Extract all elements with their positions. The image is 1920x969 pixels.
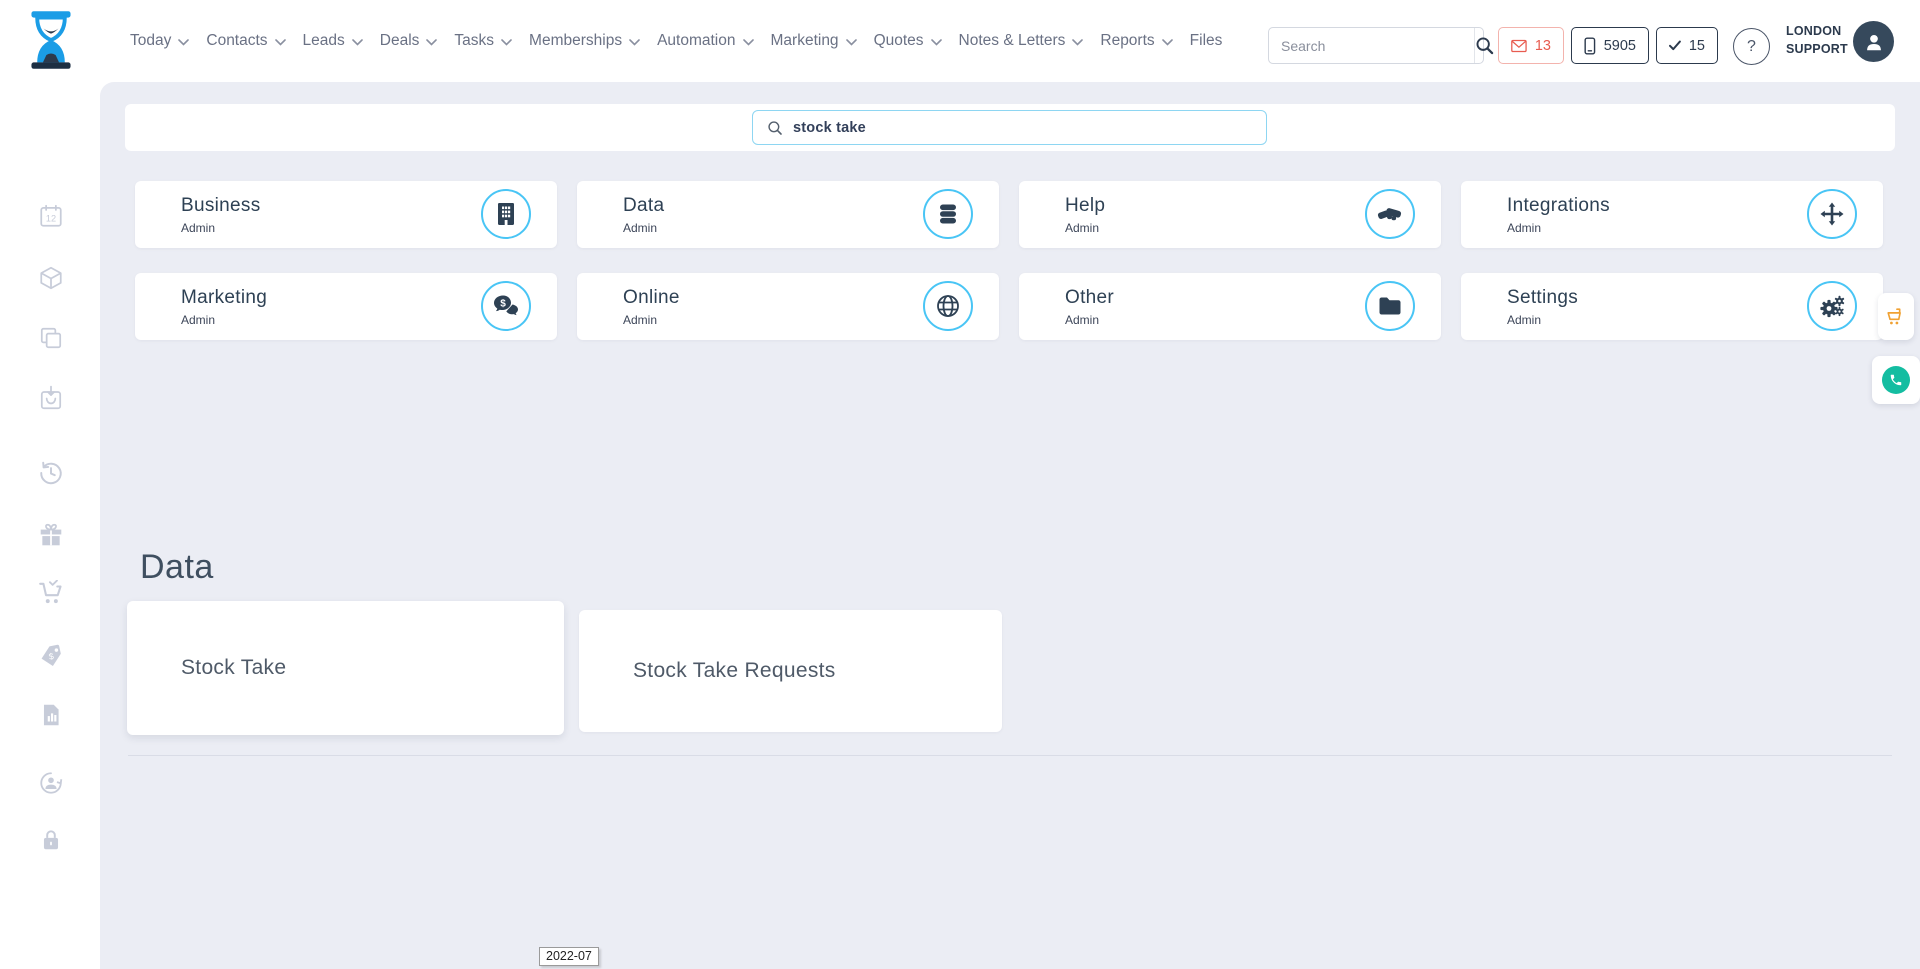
building-icon <box>481 189 531 239</box>
price-tag-icon[interactable]: $ <box>38 642 64 668</box>
svg-text:12: 12 <box>46 213 56 223</box>
search-icon <box>767 120 783 136</box>
gears-icon <box>1807 281 1857 331</box>
nav-item-deals[interactable]: Deals <box>380 32 438 50</box>
nav-item-automation[interactable]: Automation <box>657 32 753 50</box>
cart-icon[interactable] <box>38 580 64 606</box>
mail-badge[interactable]: 13 <box>1498 27 1564 64</box>
nav-item-reports[interactable]: Reports <box>1100 32 1172 50</box>
chevron-down-icon <box>931 39 942 46</box>
nav-item-notes-letters[interactable]: Notes & Letters <box>959 32 1084 50</box>
chevron-down-icon <box>846 39 857 46</box>
database-icon <box>923 189 973 239</box>
person-icon <box>1863 31 1885 53</box>
chevron-down-icon <box>1072 39 1083 46</box>
svg-text:$: $ <box>500 298 506 309</box>
move-arrows-icon <box>1807 189 1857 239</box>
nav-item-memberships[interactable]: Memberships <box>529 32 640 50</box>
envelope-icon <box>1511 38 1527 54</box>
help-icon[interactable]: ? <box>1733 28 1770 65</box>
nav-item-leads[interactable]: Leads <box>303 32 363 50</box>
nav-item-today[interactable]: Today <box>130 32 189 50</box>
admin-card-data[interactable]: DataAdmin <box>577 181 999 248</box>
folder-icon <box>1365 281 1415 331</box>
report-icon[interactable] <box>38 702 64 728</box>
cart-icon <box>1885 306 1907 328</box>
phone-badge[interactable]: 5905 <box>1571 27 1649 64</box>
phone-flyout-button[interactable] <box>1872 356 1920 404</box>
section-divider <box>128 755 1892 756</box>
top-bar: Today Contacts Leads Deals Tasks Members… <box>0 0 1920 82</box>
phone-icon <box>1882 366 1910 394</box>
phone-count: 5905 <box>1604 38 1636 54</box>
nav-item-contacts[interactable]: Contacts <box>206 32 285 50</box>
chevron-down-icon <box>501 39 512 46</box>
admin-card-business[interactable]: BusinessAdmin <box>135 181 557 248</box>
globe-icon <box>923 281 973 331</box>
result-card-stock-take-requests[interactable]: Stock Take Requests <box>579 610 1002 732</box>
global-search <box>1268 27 1484 64</box>
chevron-down-icon <box>275 39 286 46</box>
user-name: LONDON SUPPORT <box>1786 23 1852 58</box>
avatar[interactable] <box>1853 21 1894 62</box>
nav-item-marketing[interactable]: Marketing <box>771 32 857 50</box>
search-icon[interactable] <box>1474 28 1494 63</box>
global-search-input[interactable] <box>1269 38 1474 54</box>
comment-dollar-icon: $ <box>481 281 531 331</box>
main-nav: Today Contacts Leads Deals Tasks Members… <box>130 0 1222 82</box>
module-search-panel: stock take <box>125 104 1895 151</box>
copy-icon[interactable] <box>38 325 64 351</box>
chevron-down-icon <box>743 39 754 46</box>
gift-icon[interactable] <box>38 522 64 548</box>
cube-icon[interactable] <box>38 265 64 291</box>
lock-icon[interactable] <box>38 827 64 853</box>
admin-card-other[interactable]: OtherAdmin <box>1019 273 1441 340</box>
admin-card-settings[interactable]: SettingsAdmin <box>1461 273 1883 340</box>
chevron-down-icon <box>352 39 363 46</box>
admin-card-marketing[interactable]: MarketingAdmin $ <box>135 273 557 340</box>
user-circle-icon[interactable] <box>38 770 64 796</box>
nav-item-tasks[interactable]: Tasks <box>454 32 512 50</box>
history-icon[interactable] <box>38 460 64 486</box>
main-content: stock take BusinessAdmin DataAdmin HelpA… <box>100 82 1920 969</box>
cart-flyout-button[interactable] <box>1878 293 1914 340</box>
icon-sidebar: 12 $ <box>0 82 100 969</box>
admin-card-integrations[interactable]: IntegrationsAdmin <box>1461 181 1883 248</box>
chevron-down-icon <box>1162 39 1173 46</box>
admin-card-help[interactable]: HelpAdmin <box>1019 181 1441 248</box>
app-logo-hourglass-icon[interactable] <box>28 11 74 69</box>
module-search-value: stock take <box>793 120 866 136</box>
calendar-icon[interactable]: 12 <box>38 203 64 229</box>
section-heading: Data <box>140 548 214 587</box>
tasks-badge[interactable]: 15 <box>1656 27 1718 64</box>
mail-count: 13 <box>1535 38 1551 54</box>
chevron-down-icon <box>178 39 189 46</box>
admin-card-online[interactable]: OnlineAdmin <box>577 273 999 340</box>
mobile-icon <box>1584 35 1596 57</box>
chevron-down-icon <box>629 39 640 46</box>
nav-item-files[interactable]: Files <box>1190 32 1223 50</box>
module-search-box[interactable]: stock take <box>752 110 1267 145</box>
chevron-down-icon <box>426 39 437 46</box>
handshake-icon <box>1365 189 1415 239</box>
checkmark-icon <box>1669 38 1681 53</box>
tasks-count: 15 <box>1689 38 1705 54</box>
result-card-stock-take[interactable]: Stock Take <box>127 601 564 735</box>
bag-icon[interactable] <box>38 385 64 411</box>
nav-item-quotes[interactable]: Quotes <box>874 32 942 50</box>
date-tooltip: 2022-07 <box>539 947 599 966</box>
